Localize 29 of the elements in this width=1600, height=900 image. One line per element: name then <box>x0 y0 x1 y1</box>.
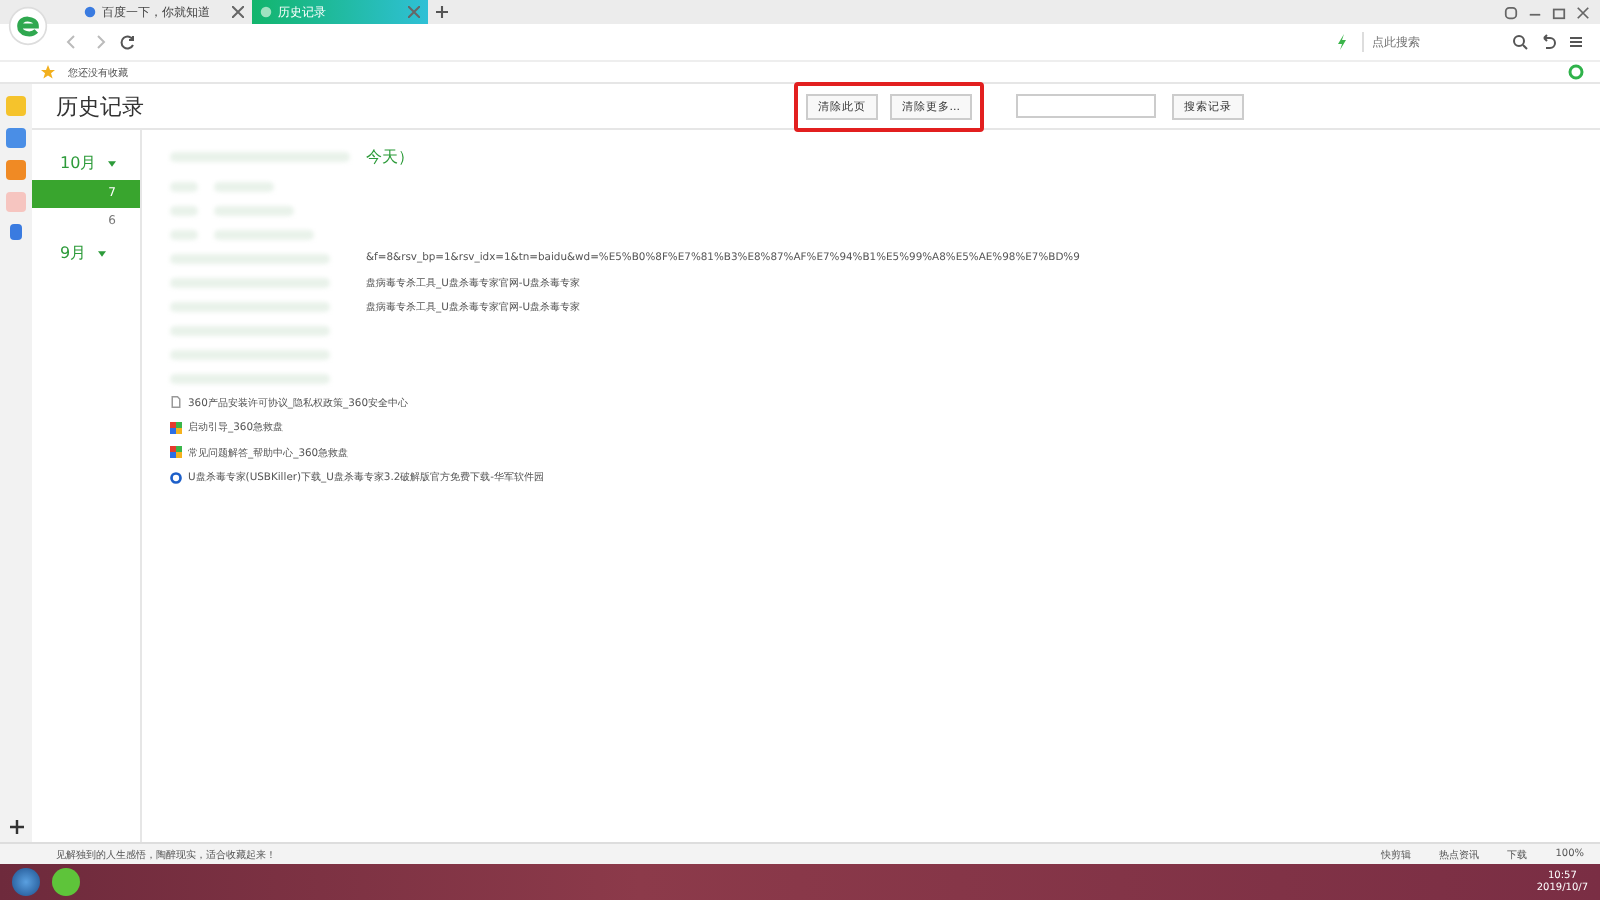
month-toggle[interactable]: 10月 <box>60 152 97 174</box>
skin-icon[interactable] <box>1504 5 1518 19</box>
start-button[interactable] <box>12 868 40 896</box>
back-icon[interactable] <box>64 34 80 50</box>
status-ring-icon[interactable] <box>1568 64 1584 80</box>
history-search-field[interactable] <box>1016 94 1156 118</box>
menu-icon[interactable] <box>1568 34 1584 50</box>
ring-icon <box>170 471 182 484</box>
search-icon[interactable] <box>1512 34 1528 50</box>
page-icon <box>170 396 182 409</box>
maximize-icon[interactable] <box>1552 5 1566 19</box>
page-icon <box>260 6 272 18</box>
new-tab-icon[interactable] <box>436 6 448 18</box>
lightning-icon[interactable] <box>1334 34 1350 50</box>
browser-logo-icon[interactable] <box>8 6 48 46</box>
browser-taskbar-icon[interactable] <box>52 868 80 896</box>
undo-icon[interactable] <box>1540 34 1556 50</box>
close-icon[interactable] <box>1576 5 1590 19</box>
close-icon[interactable] <box>232 6 244 18</box>
month-toggle[interactable]: 9月 <box>60 242 87 264</box>
day-heading: 今天） <box>366 145 414 167</box>
caret-icon[interactable] <box>108 159 117 167</box>
forward-icon[interactable] <box>92 34 108 50</box>
close-icon[interactable] <box>408 6 420 18</box>
add-icon[interactable] <box>9 820 23 834</box>
refresh-icon[interactable] <box>120 34 136 50</box>
caret-icon[interactable] <box>98 249 107 257</box>
page-icon <box>84 6 96 18</box>
page-title: 历史记录 <box>56 91 144 121</box>
